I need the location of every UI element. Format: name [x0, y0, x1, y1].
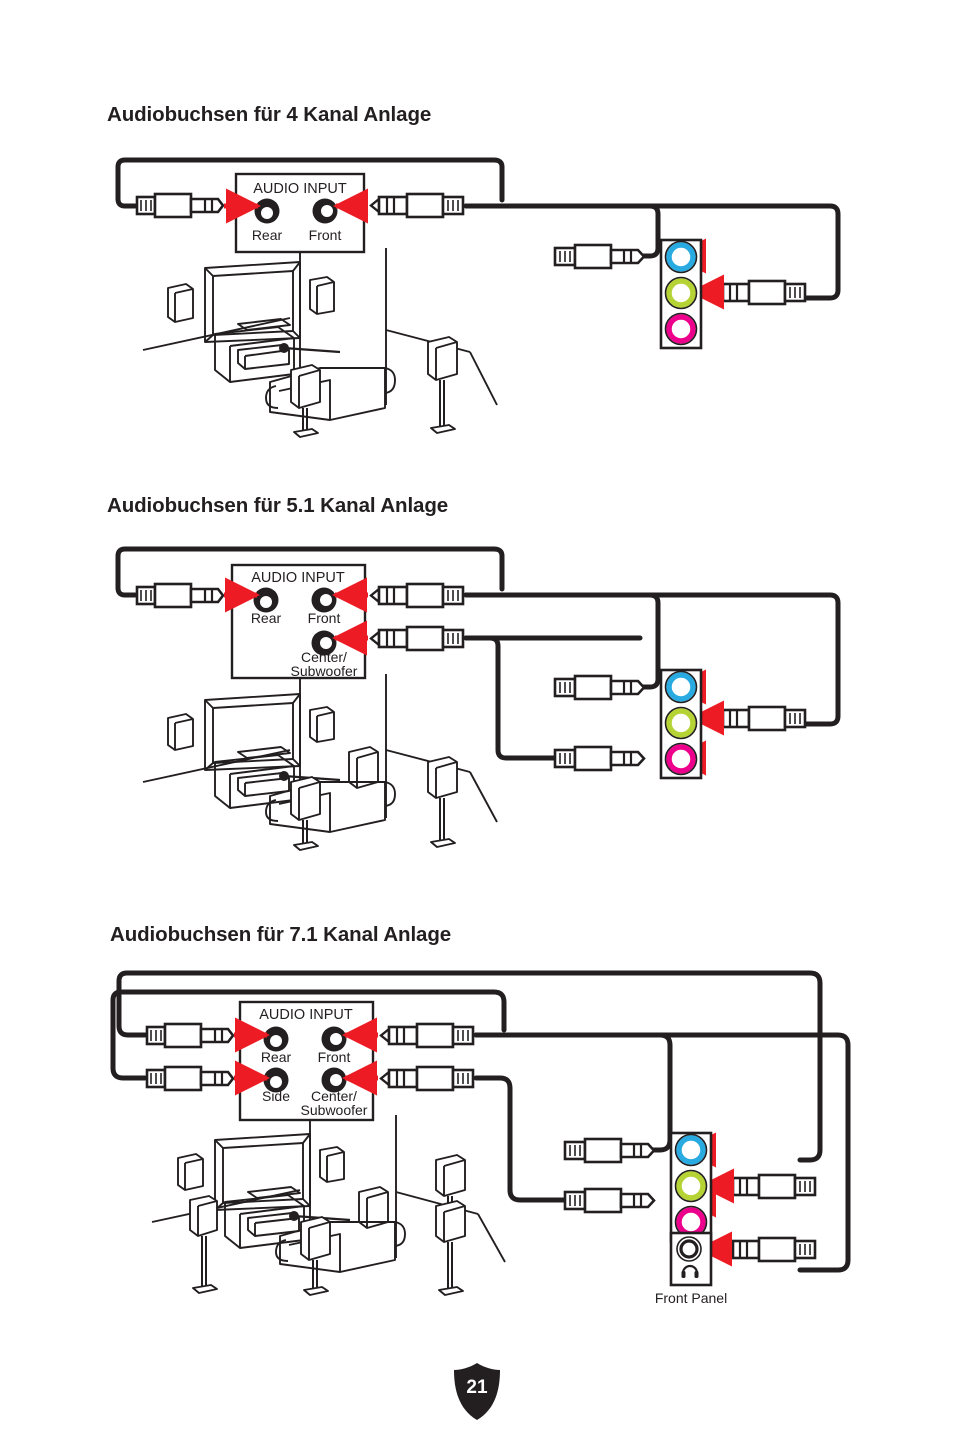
jack-label-front-4ch: Front [309, 227, 342, 243]
cable-group-71ch [110, 970, 851, 1273]
section-title-71-channel: Audiobuchsen für 7.1 Kanal Anlage [110, 923, 452, 946]
front-panel-jack-71ch [679, 1239, 699, 1259]
jack-label-center-51ch: Center/ [301, 649, 347, 665]
jack-label-front-71ch: Front [318, 1049, 351, 1065]
cable-group-4ch [115, 157, 841, 301]
plug-front-51ch [369, 582, 465, 609]
jack-label-subwoofer-71ch: Subwoofer [301, 1102, 368, 1118]
rear-io-panel-4ch [659, 238, 703, 350]
jack-front-4ch [312, 198, 338, 224]
section-title-4-channel: Audiobuchsen für 4 Kanal Anlage [107, 103, 432, 126]
plug-front-4ch [369, 192, 465, 219]
jack-front-51ch [311, 587, 337, 613]
jack-side-71ch [263, 1067, 289, 1093]
port-line-in-51ch [666, 672, 696, 702]
section-title-51-channel: Audiobuchsen für 5.1 Kanal Anlage [107, 494, 449, 517]
jack-rear-51ch [253, 587, 279, 613]
port-line-out-4ch [666, 278, 696, 308]
port-line-in-4ch [666, 242, 696, 272]
port-mic-4ch [666, 314, 696, 344]
port-line-out-51ch [666, 708, 696, 738]
plug-green-4ch [711, 279, 807, 306]
jack-label-front-51ch: Front [308, 610, 341, 626]
audio-input-box-51ch [230, 563, 367, 680]
port-line-in-71ch [676, 1135, 706, 1165]
rear-io-panel-51ch [659, 668, 703, 780]
jack-label-rear-71ch: Rear [261, 1049, 292, 1065]
audio-input-label-71ch: AUDIO INPUT [259, 1007, 353, 1023]
plug-left-51ch [135, 582, 225, 609]
jack-label-rear-4ch: Rear [252, 227, 283, 243]
rear-io-panel-71ch [669, 1131, 713, 1243]
plug-blue-71ch [563, 1137, 656, 1164]
jack-label-side-71ch: Side [262, 1088, 290, 1104]
jack-rear-4ch [254, 198, 280, 224]
plug-blue-51ch [553, 674, 646, 701]
plug-pink-51ch [553, 745, 646, 772]
audio-input-label-4ch: AUDIO INPUT [253, 181, 347, 197]
plug-center-sub-51ch [369, 625, 465, 652]
headphone-icon [681, 1264, 699, 1278]
plug-left-rear-71ch [145, 1022, 235, 1049]
plug-left-4ch [135, 192, 225, 219]
room-illustration-4ch [142, 248, 498, 438]
plug-center-sub-71ch [379, 1065, 475, 1092]
plug-green-51ch [711, 705, 807, 732]
room-illustration-51ch [142, 674, 498, 851]
jack-center-sub-71ch [321, 1067, 347, 1093]
jack-label-rear-51ch: Rear [251, 610, 282, 626]
plug-left-side-71ch [145, 1065, 235, 1092]
plug-blue-4ch [553, 243, 646, 270]
front-panel-box-71ch [669, 1231, 713, 1287]
plug-pink-71ch [563, 1187, 656, 1214]
page-badge [454, 1363, 500, 1420]
jack-label-subwoofer-51ch: Subwoofer [291, 663, 358, 679]
audio-input-box-71ch [238, 1000, 375, 1122]
plug-front-panel-71ch [721, 1236, 817, 1263]
front-panel-label-71ch: Front Panel [655, 1290, 727, 1306]
port-mic-71ch [676, 1207, 706, 1237]
audio-input-box-4ch [234, 172, 366, 254]
jack-rear-71ch [263, 1026, 289, 1052]
audio-input-label-51ch: AUDIO INPUT [251, 570, 345, 586]
manual-page: Audiobuchsen für 4 Kanal Anlage AUDIO IN… [0, 0, 954, 1432]
port-mic-51ch [666, 744, 696, 774]
jack-label-center-71ch: Center/ [311, 1088, 357, 1104]
jack-center-sub-51ch [311, 630, 337, 656]
room-illustration-71ch [151, 1115, 506, 1296]
plug-front-71ch [379, 1022, 475, 1049]
plug-green-71ch [721, 1173, 817, 1200]
port-line-out-71ch [676, 1171, 706, 1201]
cable-group-51ch [115, 546, 841, 761]
jack-front-71ch [321, 1026, 347, 1052]
